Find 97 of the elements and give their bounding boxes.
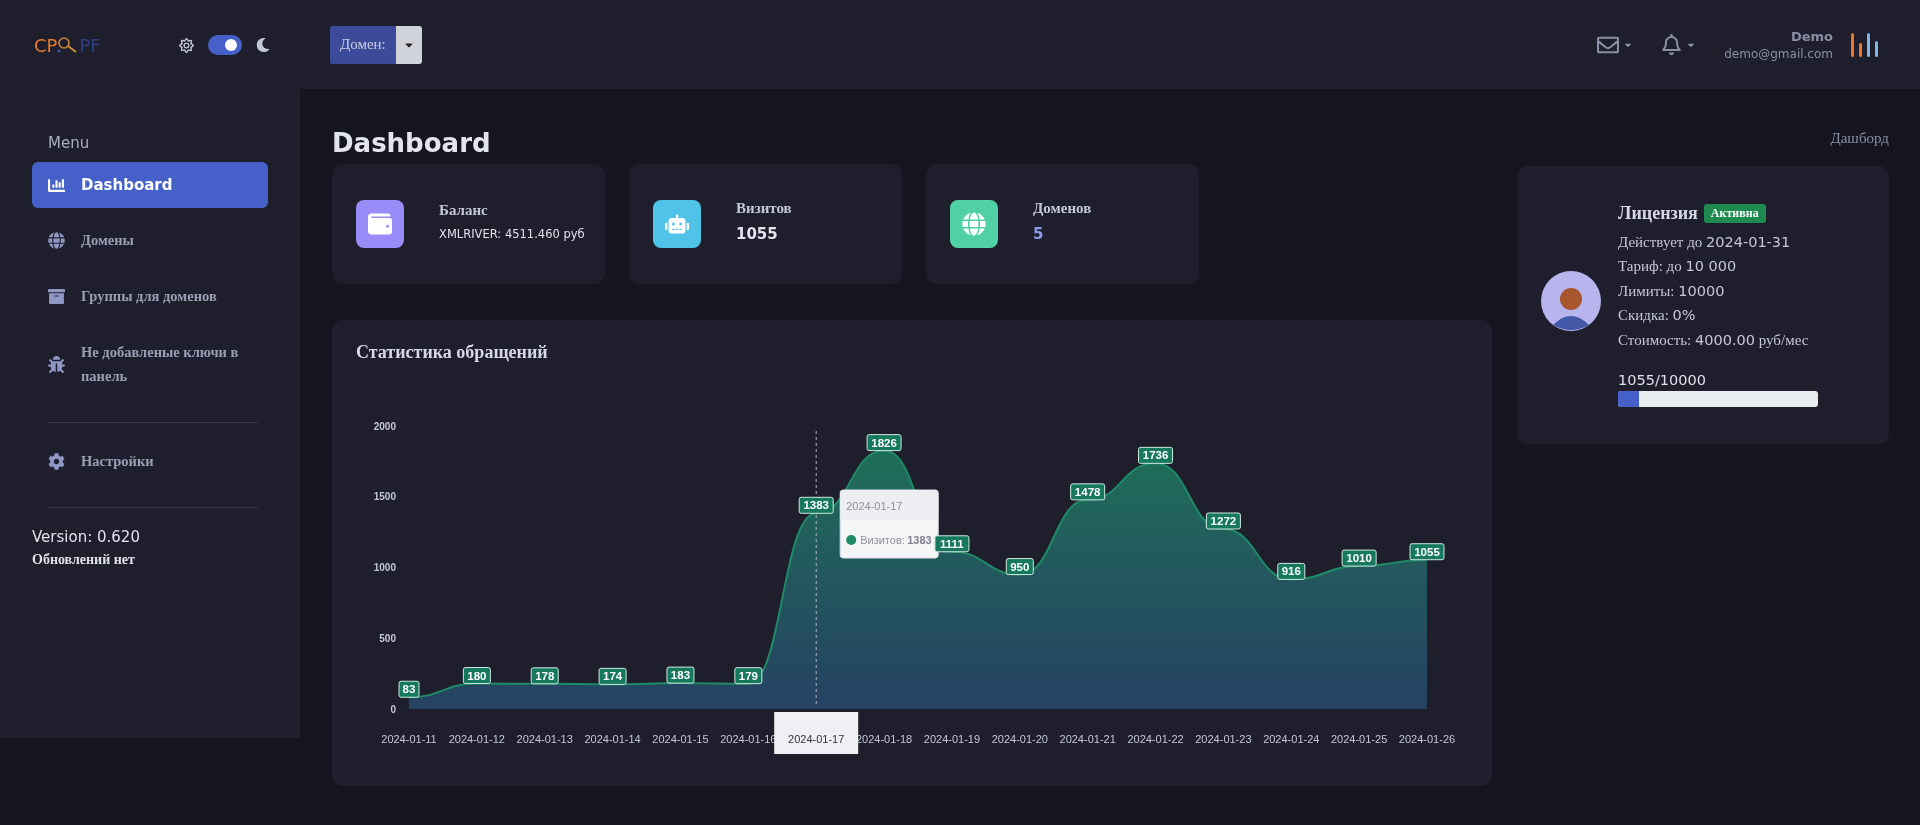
x-axis-label: 2024-01-15 <box>652 733 709 745</box>
stat-value: 1055 <box>736 224 779 243</box>
data-label: 180 <box>467 669 487 682</box>
tooltip-value: 1383 <box>907 534 932 546</box>
data-label: 174 <box>598 667 627 685</box>
data-label: 1055 <box>1414 545 1441 558</box>
sidebar-item[interactable]: Группы для доменов <box>32 272 268 320</box>
y-axis-label: 1000 <box>373 562 396 573</box>
domain-dropdown[interactable]: Домен: <box>330 25 422 64</box>
sidebar-item[interactable]: Dashboard <box>32 162 268 208</box>
theme-toggle[interactable] <box>208 35 242 55</box>
version-text: Version: 0.620 <box>32 528 141 546</box>
x-axis-label: 2024-01-24 <box>1263 733 1320 745</box>
stat-title: Доменов <box>1033 199 1092 217</box>
data-label: 1272 <box>1210 515 1237 528</box>
x-axis-label: 2024-01-13 <box>516 733 573 745</box>
bug-icon <box>48 355 65 373</box>
user-email: demo@gmail.com <box>1724 46 1833 61</box>
bars-avatar-icon[interactable] <box>1849 30 1881 59</box>
y-axis-label: 1500 <box>373 491 396 503</box>
usage-text: 1055/10000 <box>1618 372 1707 389</box>
bell-icon <box>1661 34 1683 55</box>
license-detail: Скидка: 0% <box>1618 306 1697 326</box>
data-label: 83 <box>402 683 416 696</box>
data-label: 1736 <box>1142 449 1169 462</box>
status-badge: Активна <box>1703 203 1766 223</box>
data-label: 1826 <box>871 436 897 449</box>
license-detail: Действует до 2024-01-31 <box>1618 232 1792 252</box>
updates-status: Обновлений нет <box>32 552 136 568</box>
user-name: Demo <box>1790 28 1833 44</box>
data-label: 1826 <box>866 434 902 452</box>
sidebar-item[interactable]: Домены <box>32 216 268 264</box>
data-label: 1272 <box>1205 512 1241 530</box>
data-label: 178 <box>530 667 559 685</box>
x-axis-label: 2024-01-14 <box>584 733 641 745</box>
sun-icon <box>179 37 194 53</box>
sidebar-item[interactable]: Настройки <box>32 437 268 485</box>
x-axis-label: 2024-01-20 <box>991 733 1048 745</box>
data-label: 950 <box>1010 560 1030 573</box>
data-label: 1010 <box>1341 549 1377 567</box>
data-label: 950 <box>1005 558 1034 576</box>
y-axis-label: 0 <box>390 703 396 715</box>
data-label: 1111 <box>934 535 970 553</box>
data-label: 183 <box>670 669 691 682</box>
x-axis-label: 2024-01-22 <box>1127 733 1184 745</box>
data-label: 1478 <box>1070 483 1106 501</box>
avatar <box>1541 271 1601 331</box>
x-axis-label: 2024-01-25 <box>1331 733 1388 745</box>
sidebar-item[interactable]: Не добавленые ключи в панель <box>32 328 268 400</box>
data-label: 1478 <box>1074 485 1102 498</box>
stat-value: XMLRIVER: 4511.460 руб <box>439 226 585 241</box>
x-axis-label: 2024-01-11 <box>381 733 437 745</box>
data-label: 1736 <box>1138 446 1174 464</box>
settings-icon <box>48 452 65 470</box>
notifications-button[interactable] <box>1661 34 1697 55</box>
license-detail: Лимиты: 10000 <box>1618 281 1726 301</box>
data-label: 174 <box>603 670 623 683</box>
y-axis-label: 2000 <box>373 420 396 432</box>
data-label: 179 <box>738 669 758 682</box>
x-axis-label: 2024-01-12 <box>448 733 505 745</box>
data-label: 1010 <box>1346 552 1372 565</box>
tooltip-label: Визитов: <box>860 534 905 546</box>
series-dot-icon <box>846 535 857 545</box>
page-title: Dashboard <box>332 128 491 158</box>
logo: CP PF <box>34 34 101 56</box>
data-label: 1111 <box>940 537 965 550</box>
data-label: 916 <box>1281 565 1301 578</box>
stat-value: 5 <box>1033 224 1045 243</box>
data-label: 1383 <box>803 499 829 512</box>
data-label: 183 <box>666 666 695 684</box>
breadcrumb-link[interactable]: Дашборд <box>1830 130 1889 147</box>
stat-title: Визитов <box>736 199 792 217</box>
moon-icon <box>256 38 270 52</box>
data-label: 83 <box>398 680 420 698</box>
license-title: Лицензия <box>1618 202 1698 224</box>
globe-icon <box>48 231 65 249</box>
y-axis-label: 500 <box>379 632 396 644</box>
license-detail: Тариф: до 10 000 <box>1618 257 1738 277</box>
data-label: 1055 <box>1409 543 1445 561</box>
bar-chart-icon <box>48 176 65 194</box>
x-axis-label: 2024-01-21 <box>1059 733 1116 745</box>
axis-tooltip: 2024-01-17 <box>774 712 859 754</box>
license-detail: Стоимость: 4000.00 руб/мес <box>1618 330 1810 350</box>
data-label: 179 <box>734 667 763 685</box>
tooltip-date: 2024-01-17 <box>846 500 903 512</box>
archive-icon <box>48 287 65 305</box>
chart-title: Статистика обращений <box>356 342 549 363</box>
data-label: 180 <box>462 667 491 685</box>
x-tick-label: 2024-01-17 <box>788 733 845 745</box>
data-label: 1383 <box>798 496 834 514</box>
x-axis-label: 2024-01-19 <box>923 733 981 745</box>
x-axis-label: 2024-01-23 <box>1195 733 1252 745</box>
menu-heading: Menu <box>47 133 91 154</box>
data-label: 178 <box>535 669 555 682</box>
stat-title: Баланс <box>439 201 489 219</box>
data-label: 916 <box>1277 562 1306 580</box>
x-axis-label: 2024-01-26 <box>1398 733 1456 745</box>
